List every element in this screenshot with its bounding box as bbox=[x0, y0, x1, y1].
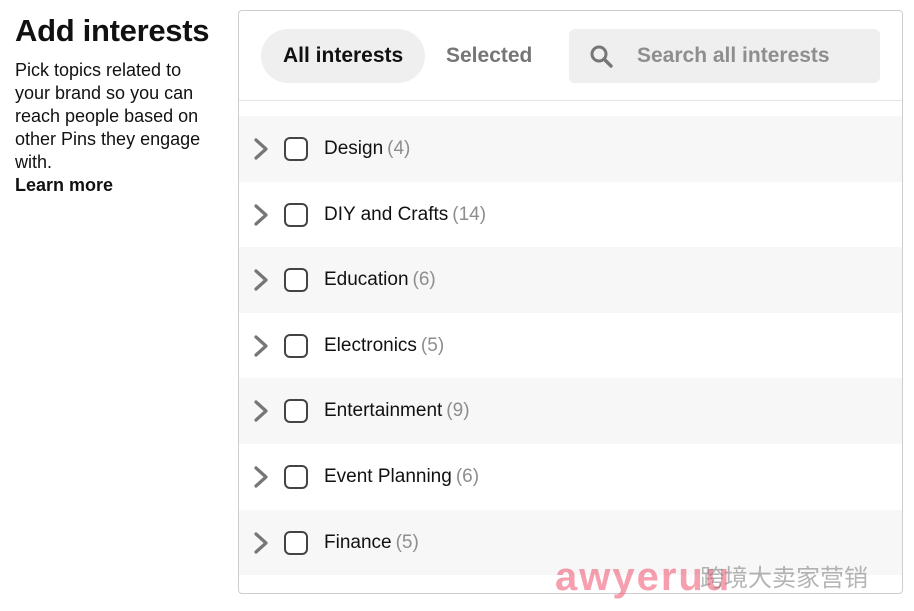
interest-count: (9) bbox=[446, 400, 470, 422]
chevron-right-icon[interactable] bbox=[251, 203, 271, 227]
chevron-right-icon[interactable] bbox=[251, 399, 271, 423]
list-item[interactable]: Event Planning (6) bbox=[239, 444, 902, 510]
search-icon bbox=[590, 45, 613, 68]
interest-label: DIY and Crafts (14) bbox=[324, 203, 487, 225]
interest-checkbox[interactable] bbox=[284, 399, 308, 424]
interest-label: Entertainment (9) bbox=[324, 400, 470, 422]
interest-checkbox[interactable] bbox=[284, 333, 308, 358]
page-title: Add interests bbox=[15, 13, 210, 48]
interest-checkbox[interactable] bbox=[284, 202, 308, 227]
interest-list: Design (4) DIY and Crafts (14) Education (6… bbox=[239, 116, 902, 576]
interest-label: Electronics (5) bbox=[324, 334, 445, 356]
interest-count: (5) bbox=[395, 531, 419, 553]
interest-count: (5) bbox=[420, 334, 445, 356]
interest-checkbox[interactable] bbox=[284, 464, 308, 489]
chevron-right-icon[interactable] bbox=[251, 268, 271, 292]
watermark-subtext: 跨境大卖家营销 bbox=[700, 565, 868, 592]
interest-count: (4) bbox=[387, 138, 411, 159]
interest-checkbox[interactable] bbox=[284, 268, 308, 293]
interest-label: Finance (5) bbox=[324, 531, 419, 553]
list-item[interactable]: Education (6) bbox=[239, 247, 902, 313]
chevron-right-icon[interactable] bbox=[251, 531, 271, 555]
interest-checkbox[interactable] bbox=[284, 137, 308, 161]
interest-count: (6) bbox=[412, 269, 436, 291]
page-description: Pick topics related to your brand so you… bbox=[15, 60, 201, 172]
tab-all-interests[interactable]: All interests bbox=[261, 29, 426, 83]
list-item[interactable]: Electronics (5) bbox=[239, 313, 902, 379]
panel-header: All interests Selected bbox=[239, 11, 902, 101]
interest-label: Design (4) bbox=[324, 138, 411, 159]
chevron-right-icon[interactable] bbox=[251, 137, 271, 161]
chevron-right-icon[interactable] bbox=[251, 334, 271, 358]
interest-checkbox[interactable] bbox=[284, 530, 308, 555]
chevron-right-icon[interactable] bbox=[251, 465, 271, 489]
tab-selected[interactable]: Selected bbox=[424, 29, 554, 83]
learn-more-link[interactable]: Learn more bbox=[15, 174, 220, 197]
interest-count: (6) bbox=[455, 465, 480, 487]
list-item[interactable]: Design (4) bbox=[239, 116, 902, 182]
search-box[interactable] bbox=[569, 29, 880, 83]
interests-panel: All interests Selected Design(4) DIY and… bbox=[238, 10, 903, 594]
search-input[interactable] bbox=[625, 29, 875, 83]
interest-label: Education (6) bbox=[324, 269, 436, 291]
sidebar: Add interests Pick topics related to you… bbox=[15, 12, 220, 197]
interest-label: Event Planning (6) bbox=[324, 465, 480, 487]
list-item[interactable]: DIY and Crafts (14) bbox=[239, 182, 902, 248]
list-item[interactable]: Entertainment (9) bbox=[239, 378, 902, 444]
interest-count: (14) bbox=[452, 203, 487, 225]
